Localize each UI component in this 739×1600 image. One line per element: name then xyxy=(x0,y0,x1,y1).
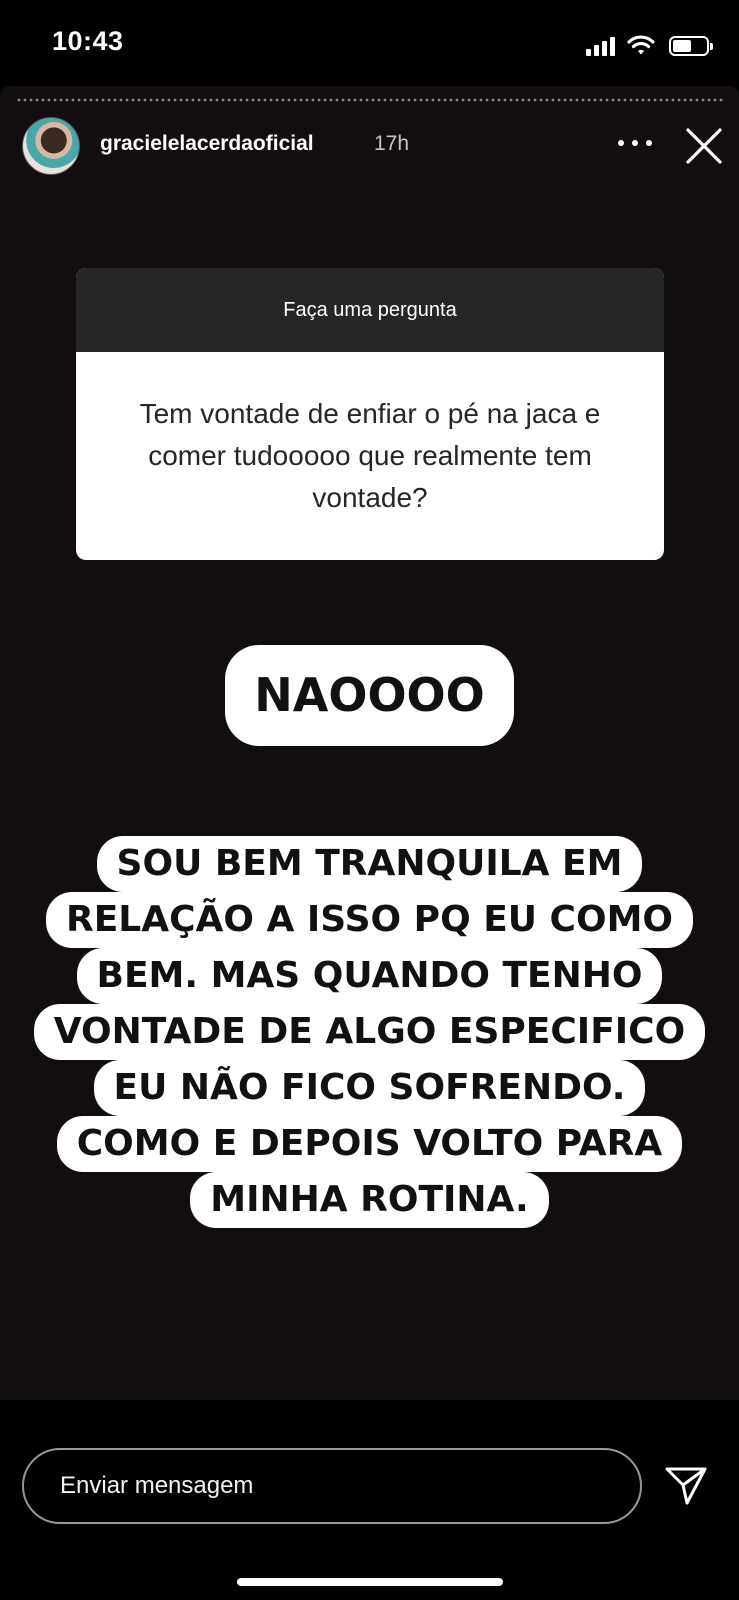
answer-line: VONTADE DE ALGO ESPECIFICO xyxy=(33,1004,706,1060)
status-icons xyxy=(586,32,713,56)
answer-line: SOU BEM TRANQUILA EM xyxy=(96,836,643,892)
avatar[interactable] xyxy=(22,117,80,175)
question-text: Tem vontade de enfiar o pé na jaca e com… xyxy=(139,398,601,513)
question-sticker: Faça uma pergunta Tem vontade de enfiar … xyxy=(76,268,664,560)
answer-line: BEM. MAS QUANDO TENHO xyxy=(76,948,663,1004)
story-time-ago: 17h xyxy=(374,132,410,155)
story-progress-bar xyxy=(16,98,723,102)
battery-icon xyxy=(669,36,713,56)
more-options-icon[interactable] xyxy=(618,130,652,156)
answer-line: EU NÃO FICO SOFRENDO. xyxy=(93,1060,646,1116)
username[interactable]: gracielelacerdaoficial xyxy=(100,132,314,156)
answer-line: COMO E DEPOIS VOLTO PARA xyxy=(56,1116,683,1172)
answer-short-text: NAOOOO xyxy=(225,645,514,746)
cellular-signal-icon xyxy=(586,36,615,56)
question-sticker-header: Faça uma pergunta xyxy=(76,268,664,352)
answer-line: MINHA ROTINA. xyxy=(190,1172,549,1228)
answer-long-text: SOU BEM TRANQUILA EM RELAÇÃO A ISSO PQ E… xyxy=(20,836,719,1228)
send-message-input[interactable] xyxy=(22,1448,642,1524)
home-indicator xyxy=(237,1578,503,1586)
status-time: 10:43 xyxy=(52,26,124,56)
close-icon[interactable] xyxy=(684,126,724,166)
answer-line: RELAÇÃO A ISSO PQ EU COMO xyxy=(45,892,694,948)
send-icon[interactable] xyxy=(664,1466,708,1506)
status-bar: 10:43 xyxy=(0,0,739,86)
wifi-icon xyxy=(627,35,655,55)
